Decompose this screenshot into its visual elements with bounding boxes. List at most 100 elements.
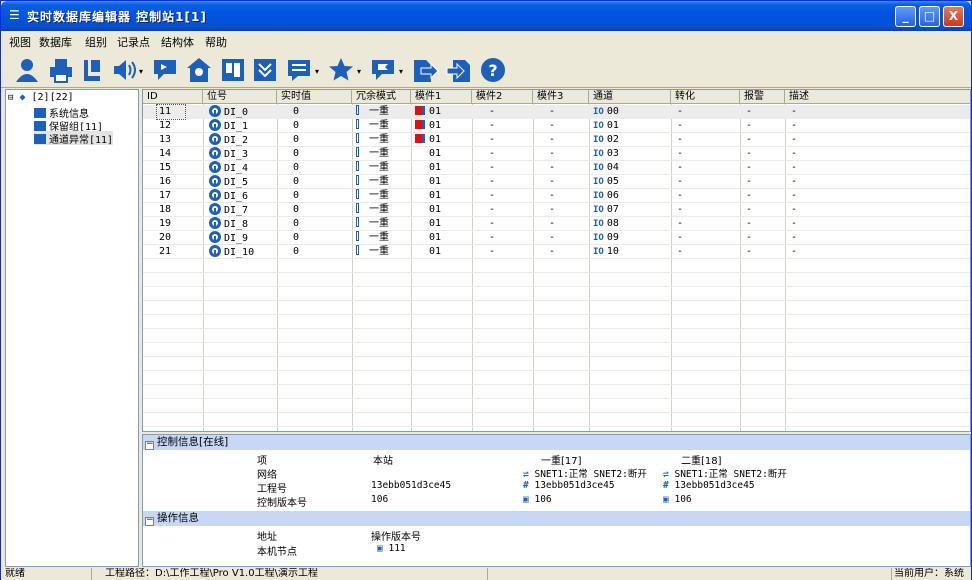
tree-item-reserved[interactable]: 保留组[11] <box>34 118 103 133</box>
chat-small-icon: ▣ <box>377 543 383 554</box>
tag-icon <box>209 147 221 159</box>
info-version-double: ▣ 106 <box>663 494 692 505</box>
menu-database[interactable]: 数据库 <box>39 34 72 50</box>
col-module2[interactable]: 模件2 <box>472 90 533 104</box>
col-channel[interactable]: 通道 <box>589 90 671 104</box>
import-icon[interactable] <box>445 56 473 84</box>
collapse-icon[interactable]: − <box>145 440 154 450</box>
sort-icon[interactable] <box>251 56 279 84</box>
cell-desc: - <box>791 218 798 229</box>
control-info-title: 控制信息[在线] <box>157 436 229 448</box>
info-project-double: # 13ebb051d3ce45 <box>663 480 755 491</box>
cell-channel-text: 05 <box>606 176 619 187</box>
menu-group[interactable]: 组别 <box>85 34 107 50</box>
collapse-icon[interactable]: − <box>145 516 154 526</box>
cell-desc: - <box>791 106 798 117</box>
cell-alarm: - <box>746 190 753 201</box>
col-id[interactable]: ID <box>143 90 203 104</box>
cell-module2: - <box>489 204 496 215</box>
app-icon: ☰ <box>9 8 20 22</box>
cell-mode-text: 一重 <box>369 218 389 229</box>
help-icon[interactable]: ? <box>479 56 507 84</box>
flag-dropdown-icon[interactable]: ▾ <box>399 67 403 76</box>
io-icon: IO <box>593 191 604 201</box>
tag-icon <box>209 161 221 173</box>
tree-item-system-info[interactable]: 系统信息 <box>34 105 89 120</box>
table-row[interactable]: 19 DI_8 0 一重 01 - - IO 08 - - - <box>143 217 970 231</box>
cell-module2: - <box>489 106 496 117</box>
col-convert[interactable]: 转化 <box>671 90 740 104</box>
star-icon[interactable] <box>327 56 355 84</box>
tag-icon <box>209 231 221 243</box>
mode-bar-icon <box>356 147 359 157</box>
cell-channel-text: 03 <box>606 148 619 159</box>
message-icon <box>34 121 46 131</box>
grid-hline <box>143 412 970 413</box>
maximize-button[interactable]: □ <box>919 6 940 27</box>
menu-help[interactable]: 帮助 <box>205 34 227 50</box>
minimize-button[interactable]: _ <box>895 6 916 27</box>
menu-bar: 视图 数据库 组别 记录点 结构体 帮助 <box>1 31 971 51</box>
cell-id: 14 <box>159 148 172 159</box>
table-row[interactable]: 16 DI_5 0 一重 01 - - IO 05 - - - <box>143 175 970 189</box>
col-module1[interactable]: 模件1 <box>411 90 472 104</box>
cell-channel-text: 01 <box>606 120 619 131</box>
mode-bar-icon <box>356 175 359 185</box>
table-row[interactable]: 21 DI_10 0 一重 01 - - IO 10 - - - <box>143 245 970 259</box>
book-icon[interactable] <box>79 56 107 84</box>
tag-icon <box>209 189 221 201</box>
user-icon[interactable] <box>13 56 41 84</box>
cell-module2: - <box>489 120 496 131</box>
op-info-header[interactable]: − 操作信息 <box>143 511 970 526</box>
collapse-icon[interactable]: ⊟ <box>8 93 13 103</box>
cell-mode: 一重 <box>356 217 389 231</box>
close-button[interactable]: X <box>943 6 964 27</box>
menu-struct[interactable]: 结构体 <box>161 34 194 50</box>
star-dropdown-icon[interactable]: ▾ <box>357 67 361 76</box>
col-desc[interactable]: 描述 <box>785 90 970 104</box>
cell-channel-text: 06 <box>606 190 619 201</box>
print-icon[interactable] <box>47 56 75 84</box>
status-divider <box>91 568 92 580</box>
network-icon: ⇌ <box>523 469 529 480</box>
tree-item-channel-error[interactable]: 通道异常[11] <box>34 131 114 146</box>
col-module3[interactable]: 模件3 <box>533 90 589 104</box>
table-row[interactable]: 15 DI_4 0 一重 01 - - IO 04 - - - <box>143 161 970 175</box>
list-dropdown-icon[interactable]: ▾ <box>315 67 319 76</box>
control-info-header[interactable]: − 控制信息[在线] <box>143 435 970 450</box>
table-row[interactable]: 17 DI_6 0 一重 01 - - IO 06 - - - <box>143 189 970 203</box>
cell-channel: IO 08 <box>593 217 619 231</box>
tree-item-label: 通道异常[11] <box>49 135 114 146</box>
table-row[interactable]: 20 DI_9 0 一重 01 - - IO 09 - - - <box>143 231 970 245</box>
home-icon[interactable] <box>185 56 213 84</box>
chat-icon[interactable] <box>151 56 179 84</box>
speaker-dropdown-icon[interactable]: ▾ <box>139 67 143 76</box>
cell-convert: - <box>677 120 684 131</box>
menu-record[interactable]: 记录点 <box>117 34 150 50</box>
col-tag[interactable]: 位号 <box>203 90 277 104</box>
export-icon[interactable] <box>411 56 439 84</box>
col-mode[interactable]: 冗余模式 <box>352 90 411 104</box>
table-row[interactable]: 11 DI_0 0 一重 01 - - IO 00 - - - <box>143 104 970 120</box>
table-row[interactable]: 18 DI_7 0 一重 01 - - IO 07 - - - <box>143 203 970 217</box>
col-alarm[interactable]: 报警 <box>740 90 785 104</box>
tree-root[interactable]: ⊟ ◆ [2][22] <box>8 92 74 106</box>
title-bar[interactable]: ☰ 实时数据库编辑器 控制站1[1] _ □ X <box>1 1 971 31</box>
cell-tag-text: DI_4 <box>224 163 249 174</box>
table-row[interactable]: 14 DI_3 0 一重 01 - - IO 03 - - - <box>143 147 970 161</box>
flag-icon[interactable] <box>369 56 397 84</box>
menu-view[interactable]: 视图 <box>9 34 31 50</box>
diamond-icon: ◆ <box>19 92 26 103</box>
table-row[interactable]: 12 DI_1 0 一重 01- - IO 01- - - <box>143 119 970 133</box>
speaker-icon[interactable] <box>111 56 139 84</box>
grid-hline <box>143 398 970 399</box>
grid-hline <box>143 286 970 287</box>
io-icon: IO <box>593 107 604 117</box>
cell-convert: - <box>677 106 684 117</box>
list-icon[interactable] <box>285 56 313 84</box>
cell-module1: 01 <box>415 119 441 133</box>
table-row[interactable]: 13 DI_2 0 一重 01 - - IO 02 - - - <box>143 133 970 147</box>
info-network-single: ⇌ SNET1:正常 SNET2:断开 <box>523 466 647 480</box>
col-value[interactable]: 实时值 <box>277 90 352 104</box>
panel-icon[interactable] <box>219 56 247 84</box>
